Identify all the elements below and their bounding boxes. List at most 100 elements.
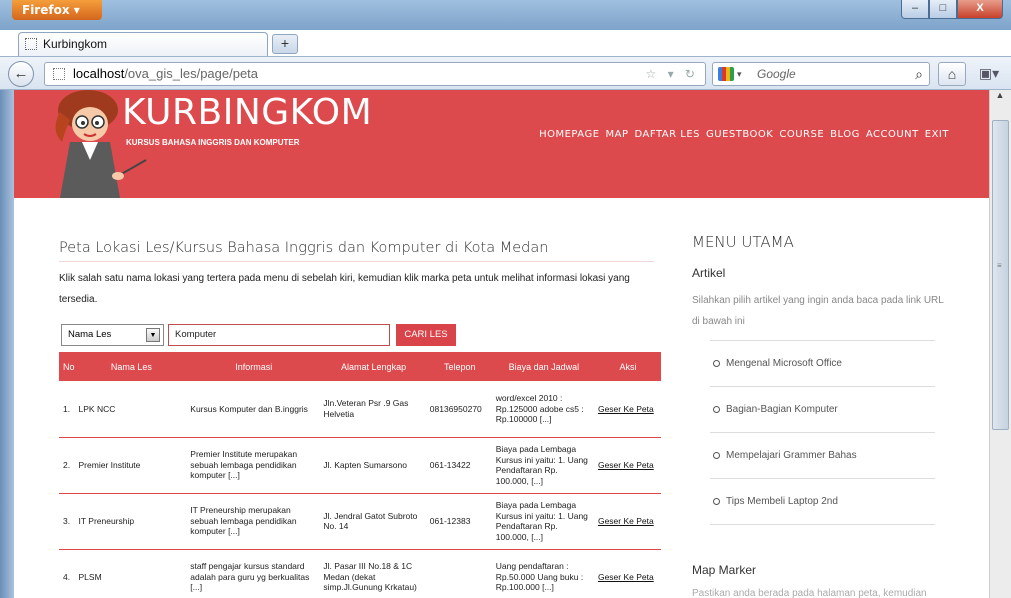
cell-informasi: IT Preneurship merupakan sebuah lembaga … bbox=[187, 493, 321, 550]
home-icon[interactable]: ⌂ bbox=[938, 62, 966, 86]
article-list: Mengenal Microsoft Office Bagian-Bagian … bbox=[710, 340, 935, 525]
cell-informasi: Premier Institute merupakan sebuah lemba… bbox=[187, 437, 321, 494]
cell-no: 1. bbox=[59, 381, 76, 438]
header-biaya: Biaya dan Jadwal bbox=[492, 352, 595, 381]
nav-account[interactable]: ACCOUNT bbox=[866, 129, 919, 140]
sidebar-section-artikel: Artikel bbox=[692, 266, 726, 280]
cell-nama-les: PLSM bbox=[75, 549, 188, 598]
filter-select[interactable]: Nama Les ▼ bbox=[61, 324, 164, 346]
cell-informasi: Kursus Komputer dan B.inggris bbox=[187, 381, 321, 438]
nav-daftar-les[interactable]: DAFTAR LES bbox=[635, 129, 700, 140]
cell-no: 4. bbox=[59, 549, 76, 598]
chevron-down-icon[interactable]: ▼ bbox=[146, 328, 160, 342]
article-link[interactable]: Mengenal Microsoft Office bbox=[710, 340, 935, 386]
nav-blog[interactable]: BLOG bbox=[830, 129, 860, 140]
geser-ke-peta-link[interactable]: Geser Ke Peta bbox=[594, 549, 661, 598]
chevron-down-icon[interactable]: ▾ bbox=[737, 63, 742, 85]
bookmark-star-icon[interactable]: ☆ ▾ ↻ bbox=[645, 63, 699, 85]
search-icon[interactable]: ⌕ bbox=[915, 63, 923, 85]
cell-nama-les: IT Preneurship bbox=[75, 493, 188, 550]
cell-alamat: Jln.Veteran Psr .9 Gas Helvetia bbox=[320, 381, 427, 438]
search-placeholder: Google bbox=[757, 67, 796, 81]
main-navigation: HOMEPAGE MAP DAFTAR LES GUESTBOOK COURSE… bbox=[539, 129, 949, 140]
sidebar-description: Silahkan pilih artikel yang ingin anda b… bbox=[692, 295, 944, 327]
close-button[interactable]: X bbox=[957, 0, 1003, 19]
course-table: No Nama Les Informasi Alamat Lengkap Tel… bbox=[59, 352, 661, 598]
site-header: KURBINGKOM KURSUS BAHASA INGGRIS DAN KOM… bbox=[14, 90, 989, 198]
url-path: /ova_gis_les/page/peta bbox=[124, 66, 259, 81]
cell-alamat: Jl. Kapten Sumarsono bbox=[320, 437, 427, 494]
article-link[interactable]: Mempelajari Grammer Bahas bbox=[710, 432, 935, 478]
header-aksi: Aksi bbox=[594, 352, 661, 381]
header-telepon: Telepon bbox=[426, 352, 493, 381]
cell-no: 2. bbox=[59, 437, 76, 494]
nav-homepage[interactable]: HOMEPAGE bbox=[539, 129, 599, 140]
search-button[interactable]: CARI LES bbox=[396, 324, 456, 346]
table-row: 4. PLSM staff pengajar kursus standard a… bbox=[59, 549, 661, 598]
tab-title: Kurbingkom bbox=[43, 37, 108, 51]
sidebar-title: MENU UTAMA bbox=[692, 233, 794, 251]
table-row: 3. IT Preneurship IT Preneurship merupak… bbox=[59, 493, 661, 550]
back-arrow-icon[interactable]: ← bbox=[8, 61, 34, 87]
cell-telepon: 061-12383 bbox=[426, 493, 493, 550]
page-viewport: KURBINGKOM KURSUS BAHASA INGGRIS DAN KOM… bbox=[14, 90, 989, 598]
geser-ke-peta-link[interactable]: Geser Ke Peta bbox=[594, 493, 661, 550]
table-header-row: No Nama Les Informasi Alamat Lengkap Tel… bbox=[59, 352, 661, 381]
search-input[interactable]: Komputer bbox=[168, 324, 390, 346]
tab-kurbingkom[interactable]: Kurbingkom bbox=[18, 32, 268, 56]
google-icon[interactable] bbox=[718, 67, 734, 81]
maximize-button[interactable]: □ bbox=[929, 0, 957, 19]
new-tab-button[interactable]: + bbox=[272, 34, 298, 54]
cell-nama-les: LPK NCC bbox=[75, 381, 188, 438]
article-link[interactable]: Bagian-Bagian Komputer bbox=[710, 386, 935, 432]
filter-select-value: Nama Les bbox=[68, 329, 112, 340]
cell-biaya: Biaya pada Lembaga Kursus ini yaitu: 1. … bbox=[492, 437, 595, 494]
page-icon bbox=[53, 68, 65, 80]
vertical-scrollbar[interactable]: ▲ ≡ bbox=[989, 90, 1011, 598]
cell-alamat: Jl. Pasar III No.18 & 1C Medan (dekat si… bbox=[320, 549, 427, 598]
cell-informasi: staff pengajar kursus standard adalah pa… bbox=[187, 549, 321, 598]
navigation-toolbar: ← localhost/ova_gis_les/page/peta ☆ ▾ ↻ … bbox=[0, 56, 1011, 90]
firefox-menu-button[interactable]: Firefox ▾ bbox=[12, 0, 102, 20]
cell-telepon bbox=[426, 549, 493, 598]
intro-text: Klik salah satu nama lokasi yang tertera… bbox=[59, 273, 630, 305]
page-icon bbox=[25, 38, 37, 50]
site-subtitle: KURSUS BAHASA INGGRIS DAN KOMPUTER bbox=[126, 138, 300, 147]
cell-telepon: 061-13422 bbox=[426, 437, 493, 494]
nav-course[interactable]: COURSE bbox=[779, 129, 824, 140]
cell-no: 3. bbox=[59, 493, 76, 550]
page-title: Peta Lokasi Les/Kursus Bahasa Inggris da… bbox=[59, 240, 654, 262]
cell-biaya: Biaya pada Lembaga Kursus ini yaitu: 1. … bbox=[492, 493, 595, 550]
header-nama-les: Nama Les bbox=[75, 352, 188, 381]
table-row: 1. LPK NCC Kursus Komputer dan B.inggris… bbox=[59, 381, 661, 438]
nav-guestbook[interactable]: GUESTBOOK bbox=[706, 129, 773, 140]
title-bar: Firefox ▾ – □ X bbox=[0, 0, 1011, 30]
site-title: KURBINGKOM bbox=[122, 92, 373, 133]
geser-ke-peta-link[interactable]: Geser Ke Peta bbox=[594, 381, 661, 438]
window-border bbox=[0, 90, 14, 598]
header-no: No bbox=[59, 352, 76, 381]
url-host: localhost bbox=[73, 66, 125, 81]
table-row: 2. Premier Institute Premier Institute m… bbox=[59, 437, 661, 494]
scroll-up-arrow-icon[interactable]: ▲ bbox=[990, 90, 1010, 104]
search-input[interactable]: ▾ Google ⌕ bbox=[712, 62, 930, 86]
minimize-button[interactable]: – bbox=[901, 0, 929, 19]
geser-ke-peta-link[interactable]: Geser Ke Peta bbox=[594, 437, 661, 494]
article-link[interactable]: Tips Membeli Laptop 2nd bbox=[710, 478, 935, 524]
cell-biaya: Uang pendaftaran : Rp.50.000 Uang buku :… bbox=[492, 549, 595, 598]
nav-exit[interactable]: EXIT bbox=[925, 129, 949, 140]
bookmarks-icon[interactable]: ▣▾ bbox=[974, 62, 1004, 86]
nav-map[interactable]: MAP bbox=[606, 129, 629, 140]
url-bar[interactable]: localhost/ova_gis_les/page/peta ☆ ▾ ↻ bbox=[44, 62, 706, 86]
sidebar-map-description: Pastikan anda berada pada halaman peta, … bbox=[692, 588, 927, 598]
window-controls: – □ X bbox=[901, 0, 1003, 19]
cell-nama-les: Premier Institute bbox=[75, 437, 188, 494]
grip-icon: ≡ bbox=[997, 261, 1002, 270]
browser-window: Firefox ▾ – □ X Kurbingkom + ← localhost… bbox=[0, 0, 1011, 598]
cell-biaya: word/excel 2010 : Rp.125000 adobe cs5 : … bbox=[492, 381, 595, 438]
scrollbar-thumb[interactable]: ≡ bbox=[992, 120, 1009, 430]
cell-alamat: Jl. Jendral Gatot Subroto No. 14 bbox=[320, 493, 427, 550]
cell-telepon: 08136950270 bbox=[426, 381, 493, 438]
header-alamat: Alamat Lengkap bbox=[320, 352, 427, 381]
header-informasi: Informasi bbox=[187, 352, 321, 381]
